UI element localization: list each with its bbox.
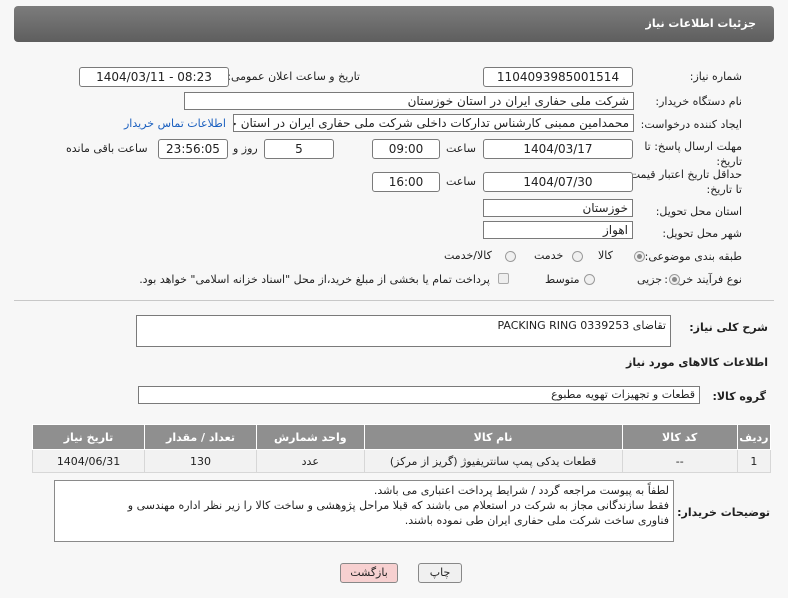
category-label: طبقه بندی موضوعی:: [644, 250, 742, 263]
contact-buyer-link[interactable]: اطلاعات تماس خریدار: [124, 117, 226, 130]
reply-deadline-label: مهلت ارسال پاسخ: تا تاریخ:: [644, 140, 742, 168]
col-header-date: تاریخ نیاز: [31, 424, 146, 450]
province-field: خوزستان: [483, 199, 633, 217]
reply-time-label: ساعت: [446, 142, 476, 155]
creator-label: ایجاد کننده درخواست:: [640, 118, 742, 131]
goods-group-field: قطعات و تجهیزات تهویه مطبوع: [138, 386, 700, 404]
price-valid-label: حداقل تاریخ اعتبار قیمت: تا تاریخ:: [626, 168, 742, 196]
category-service-radio[interactable]: [572, 251, 583, 262]
col-header-row: ردیف: [736, 424, 772, 450]
reply-time-field: 09:00: [372, 139, 440, 159]
notes-line-2: فقط سازندگانی مجاز به شرکت در استعلام می…: [127, 499, 669, 512]
days-field: 5: [264, 139, 334, 159]
goods-group-label: گروه کالا:: [712, 390, 766, 403]
process-medium-radio[interactable]: [584, 274, 595, 285]
need-number-label: شماره نیاز:: [689, 70, 742, 83]
print-button[interactable]: چاپ: [418, 563, 462, 583]
description-label: شرح کلی نیاز:: [689, 321, 768, 334]
price-time-label: ساعت: [446, 175, 476, 188]
cell-code: --: [621, 449, 738, 473]
goods-section-title: اطلاعات کالاهای مورد نیاز: [626, 356, 768, 369]
remaining-time-field: 23:56:05: [158, 139, 228, 159]
category-goods-service-radio[interactable]: [505, 251, 516, 262]
col-header-code: کد کالا: [621, 424, 738, 450]
process-minor-label: جزیی: [637, 273, 663, 286]
buyer-org-label: نام دستگاه خریدار:: [655, 95, 742, 108]
category-goods-label: کالا: [598, 249, 613, 262]
col-header-unit: واحد شمارش: [256, 424, 365, 450]
announce-label: تاریخ و ساعت اعلان عمومی:: [227, 70, 360, 83]
divider: [14, 300, 774, 301]
cell-unit: عدد: [256, 449, 365, 473]
cell-qty: 130: [144, 449, 257, 473]
cell-row: 1: [736, 449, 772, 473]
page-header: جزئیات اطلاعات نیاز: [14, 6, 774, 42]
back-button[interactable]: بازگشت: [340, 563, 398, 583]
notes-field[interactable]: لطفاً به پیوست مراجعه گردد / شرایط پرداخ…: [54, 480, 674, 542]
city-label: شهر محل تحویل:: [662, 227, 742, 240]
description-field[interactable]: تقاضای PACKING RING 0339253: [136, 315, 671, 347]
table-header-row: ردیف کد کالا نام کالا واحد شمارش تعداد /…: [31, 424, 772, 450]
process-minor-radio[interactable]: [669, 274, 680, 285]
remaining-label: ساعت باقی مانده: [66, 142, 148, 155]
treasury-payment-checkbox[interactable]: [498, 273, 509, 284]
category-goods-service-label: کالا/خدمت: [444, 249, 492, 262]
col-header-qty: تعداد / مقدار: [144, 424, 257, 450]
notes-line-1: لطفاً به پیوست مراجعه گردد / شرایط پرداخ…: [373, 484, 669, 497]
price-time-field: 16:00: [372, 172, 440, 192]
announce-field: 1404/03/11 - 08:23: [79, 67, 229, 87]
process-medium-label: متوسط: [545, 273, 580, 286]
cell-name: قطعات یدکی پمپ سانتریفیوژ (گریز از مرکز): [363, 449, 623, 473]
cell-date: 1404/06/31: [31, 449, 146, 473]
need-number-field: 1104093985001514: [483, 67, 633, 87]
province-label: استان محل تحویل:: [655, 205, 742, 218]
notes-label: توضیحات خریدار:: [677, 506, 770, 519]
col-header-name: نام کالا: [363, 424, 623, 450]
city-field: اهواز: [483, 221, 633, 239]
reply-date-field: 1404/03/17: [483, 139, 633, 159]
notes-line-3: فناوری ساخت شرکت ملی حفاری ایران طی نمود…: [404, 514, 669, 527]
goods-table: ردیف کد کالا نام کالا واحد شمارش تعداد /…: [31, 424, 772, 473]
days-label: روز و: [233, 142, 258, 155]
buyer-org-field: شرکت ملی حفاری ایران در استان خوزستان: [184, 92, 634, 110]
page-title: جزئیات اطلاعات نیاز: [645, 17, 757, 30]
creator-field: محمدامین ممبنی کارشناس تدارکات داخلی شرک…: [233, 114, 634, 132]
price-date-field: 1404/07/30: [483, 172, 633, 192]
treasury-payment-note: پرداخت تمام یا بخشی از مبلغ خرید،از محل …: [139, 273, 490, 286]
category-goods-radio[interactable]: [634, 251, 645, 262]
category-service-label: خدمت: [534, 249, 564, 262]
table-row: 1 -- قطعات یدکی پمپ سانتریفیوژ (گریز از …: [31, 449, 772, 473]
